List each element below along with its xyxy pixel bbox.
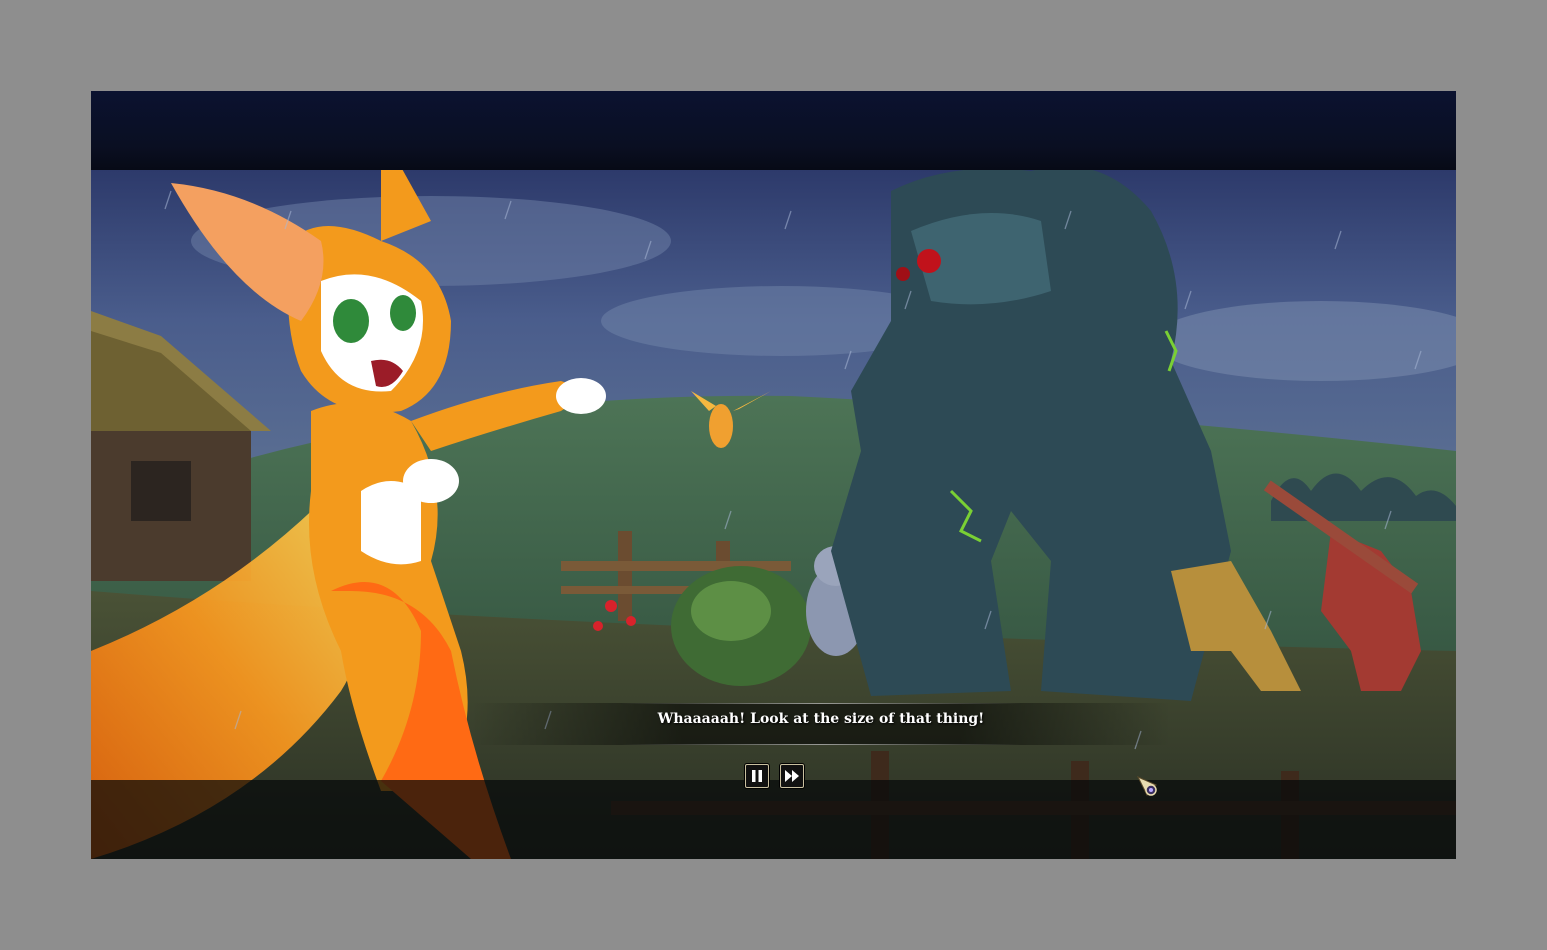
pause-icon xyxy=(752,770,762,782)
subtitle-box: Whaaaaah! Look at the size of that thing… xyxy=(471,703,1171,745)
flower xyxy=(605,600,617,612)
game-viewport[interactable]: Whaaaaah! Look at the size of that thing… xyxy=(91,91,1456,859)
fox-glove xyxy=(403,459,459,503)
fox-glove xyxy=(556,378,606,414)
fox-eye xyxy=(333,299,369,343)
flying-sprite xyxy=(709,404,733,448)
cinematic-letterbox-bottom xyxy=(91,780,1456,859)
fast-forward-icon xyxy=(785,770,799,782)
divider xyxy=(621,703,1021,704)
fox-eye xyxy=(390,295,416,331)
cinematic-letterbox-top xyxy=(91,91,1456,170)
golem-eye xyxy=(896,267,910,281)
divider xyxy=(621,744,1021,745)
pause-button[interactable] xyxy=(745,764,769,788)
green-creature-spots xyxy=(691,581,771,641)
fence-post xyxy=(618,531,632,621)
flower xyxy=(626,616,636,626)
golem-eye xyxy=(917,249,941,273)
fast-forward-button[interactable] xyxy=(780,764,804,788)
mouse-cursor-icon xyxy=(1136,775,1158,797)
dialogue-subtitle: Whaaaaah! Look at the size of that thing… xyxy=(657,711,985,727)
house-window xyxy=(131,461,191,521)
flower xyxy=(593,621,603,631)
